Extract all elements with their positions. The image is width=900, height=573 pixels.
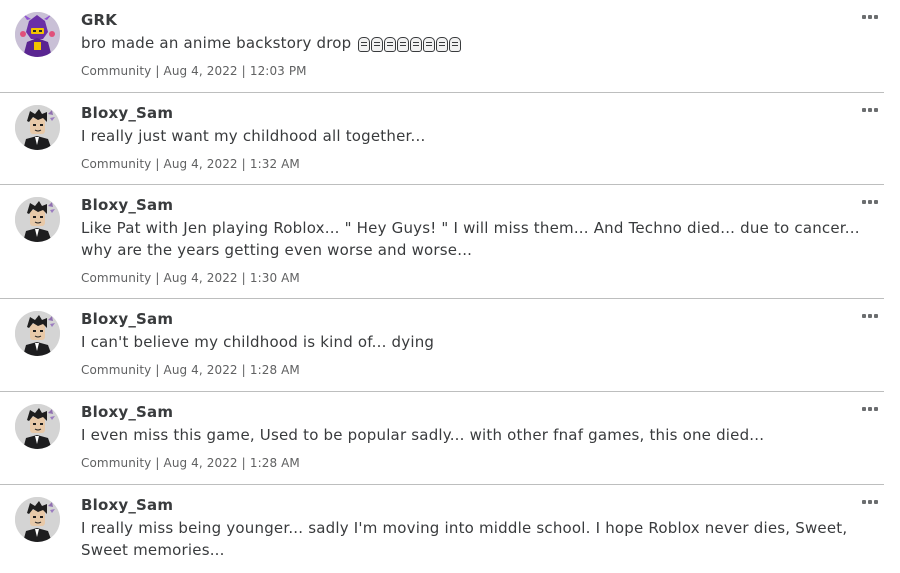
more-options-icon[interactable] xyxy=(862,404,878,414)
suit-avatar-icon xyxy=(15,404,60,449)
meta-separator: | xyxy=(241,363,246,377)
post-body-text: bro made an anime backstory drop xyxy=(81,34,352,52)
post-category: Community xyxy=(81,363,152,377)
post-meta: Community | Aug 4, 2022 | 1:28 AM xyxy=(81,363,300,377)
skull-emoji-icon xyxy=(358,36,371,52)
suit-avatar-icon xyxy=(15,105,60,150)
meta-separator: | xyxy=(155,456,160,470)
meta-separator: | xyxy=(155,363,160,377)
suit-avatar-icon xyxy=(15,197,60,242)
wall-post: Bloxy_Sam Like Pat with Jen playing Robl… xyxy=(0,185,884,299)
post-date: Aug 4, 2022 xyxy=(163,157,238,171)
post-time: 1:28 AM xyxy=(249,456,300,470)
wall-post: Bloxy_Sam I really miss being younger...… xyxy=(0,485,884,573)
purple-armored-avatar-icon xyxy=(15,12,60,57)
wall-posts-feed: GRK bro made an anime backstory drop Com… xyxy=(0,0,900,573)
more-options-icon[interactable] xyxy=(862,12,878,22)
meta-separator: | xyxy=(241,157,246,171)
skull-emoji-icon xyxy=(371,36,384,52)
meta-separator: | xyxy=(241,64,246,78)
meta-separator: | xyxy=(241,456,246,470)
post-body: I even miss this game, Used to be popula… xyxy=(81,426,765,444)
skull-emoji-icon xyxy=(423,36,436,52)
post-date: Aug 4, 2022 xyxy=(163,271,238,285)
post-time: 1:32 AM xyxy=(249,157,300,171)
suit-avatar-icon xyxy=(15,311,60,356)
post-author[interactable]: Bloxy_Sam xyxy=(81,104,173,122)
post-time: 12:03 PM xyxy=(249,64,307,78)
skull-emoji-icon xyxy=(384,36,397,52)
more-options-icon[interactable] xyxy=(862,105,878,115)
post-body: I really miss being younger... sadly I'm… xyxy=(81,519,848,559)
skull-emoji-icon xyxy=(449,36,462,52)
skull-emoji-icon xyxy=(436,36,449,52)
avatar[interactable] xyxy=(15,311,60,356)
skull-emoji-icon xyxy=(410,36,423,52)
post-date: Aug 4, 2022 xyxy=(163,456,238,470)
more-options-icon[interactable] xyxy=(862,197,878,207)
post-body: Like Pat with Jen playing Roblox... " He… xyxy=(81,219,860,259)
post-author[interactable]: GRK xyxy=(81,11,117,29)
post-meta: Community | Aug 4, 2022 | 1:30 AM xyxy=(81,271,300,285)
meta-separator: | xyxy=(241,271,246,285)
avatar[interactable] xyxy=(15,497,60,542)
wall-post: Bloxy_Sam I even miss this game, Used to… xyxy=(0,392,884,485)
wall-post: GRK bro made an anime backstory drop Com… xyxy=(0,0,884,93)
post-date: Aug 4, 2022 xyxy=(163,64,238,78)
post-category: Community xyxy=(81,271,152,285)
more-options-icon[interactable] xyxy=(862,311,878,321)
suit-avatar-icon xyxy=(15,497,60,542)
wall-post: Bloxy_Sam I really just want my childhoo… xyxy=(0,93,884,185)
post-author[interactable]: Bloxy_Sam xyxy=(81,196,173,214)
post-category: Community xyxy=(81,157,152,171)
avatar[interactable] xyxy=(15,404,60,449)
post-author[interactable]: Bloxy_Sam xyxy=(81,310,173,328)
more-options-icon[interactable] xyxy=(862,497,878,507)
meta-separator: | xyxy=(155,157,160,171)
post-date: Aug 4, 2022 xyxy=(163,363,238,377)
post-body: I can't believe my childhood is kind of.… xyxy=(81,333,435,351)
post-meta: Community | Aug 4, 2022 | 1:32 AM xyxy=(81,157,300,171)
post-meta: Community | Aug 4, 2022 | 12:03 PM xyxy=(81,64,307,78)
post-body: bro made an anime backstory drop xyxy=(81,32,871,55)
post-category: Community xyxy=(81,456,152,470)
skull-emoji-row xyxy=(358,33,462,55)
post-body: I really just want my childhood all toge… xyxy=(81,127,426,145)
post-time: 1:28 AM xyxy=(249,363,300,377)
skull-emoji-icon xyxy=(397,36,410,52)
post-author[interactable]: Bloxy_Sam xyxy=(81,403,173,421)
post-time: 1:30 AM xyxy=(249,271,300,285)
avatar[interactable] xyxy=(15,105,60,150)
post-category: Community xyxy=(81,64,152,78)
meta-separator: | xyxy=(155,64,160,78)
avatar[interactable] xyxy=(15,12,60,57)
post-meta: Community | Aug 4, 2022 | 1:28 AM xyxy=(81,456,300,470)
avatar[interactable] xyxy=(15,197,60,242)
meta-separator: | xyxy=(155,271,160,285)
post-author[interactable]: Bloxy_Sam xyxy=(81,496,173,514)
wall-post: Bloxy_Sam I can't believe my childhood i… xyxy=(0,299,884,392)
